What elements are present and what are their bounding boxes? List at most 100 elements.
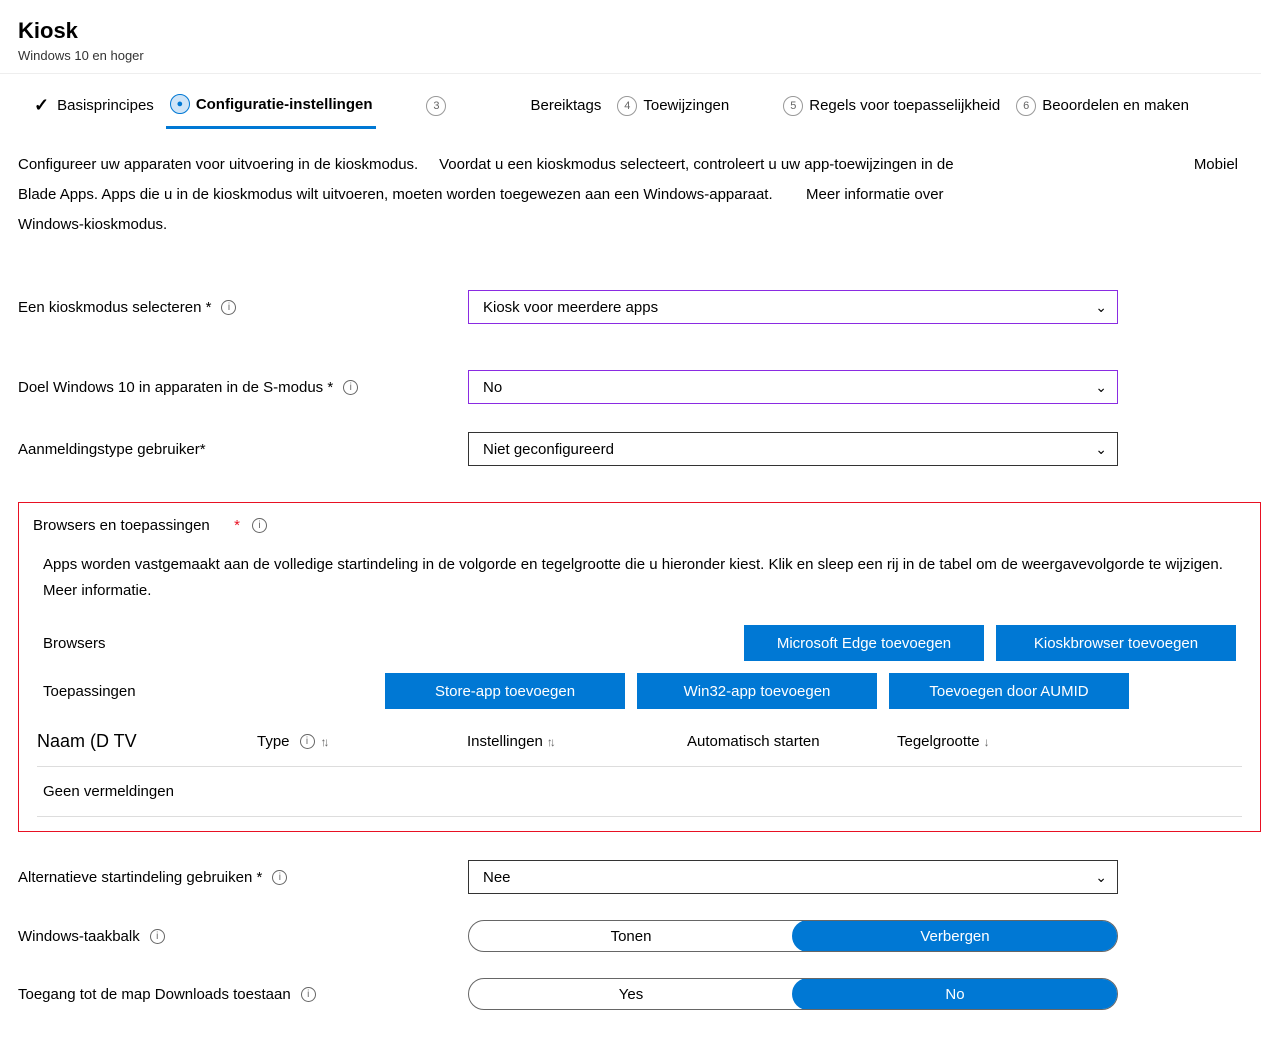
tab-label: Bereiktags <box>530 97 601 114</box>
tab-basics[interactable]: ✓ Basisprincipes <box>30 89 158 128</box>
toggle-label: Toegang tot de map Downloads toestaan i <box>18 986 468 1003</box>
label-text: Aanmeldingstype gebruiker* <box>18 441 206 458</box>
browsers-label: Browsers <box>43 635 373 652</box>
browsers-row: Browsers Microsoft Edge toevoegen Kioskb… <box>43 625 1236 661</box>
downloads-toggle: Yes No <box>468 978 1118 1010</box>
add-by-aumid-button[interactable]: Toevoegen door AUMID <box>889 673 1129 709</box>
logon-type-select[interactable]: Niet geconfigureerd ⌄ <box>468 432 1118 466</box>
tab-configuration-settings[interactable]: ● Configuratie-instellingen <box>166 88 377 129</box>
intro-part: Blade Apps. Apps die u in de kioskmodus … <box>18 186 773 203</box>
select-value: Kiosk voor meerdere apps <box>483 299 658 316</box>
chevron-down-icon: ⌄ <box>1095 869 1107 886</box>
col-label: Automatisch starten <box>687 733 820 750</box>
field-label: Aanmeldingstype gebruiker* <box>18 441 468 458</box>
info-icon[interactable]: i <box>252 518 267 533</box>
tab-scope-tags[interactable]: 3 Bereiktags <box>422 90 605 128</box>
apps-row: Toepassingen Store-app toevoegen Win32-a… <box>43 673 1236 709</box>
step-number-icon: ● <box>170 94 190 114</box>
section-title: Browsers en toepassingen * i <box>33 517 1246 534</box>
field-label: Een kioskmodus selecteren * i <box>18 299 468 316</box>
intro-part: Meer informatie over <box>806 186 944 203</box>
add-store-app-button[interactable]: Store-app toevoegen <box>385 673 625 709</box>
tab-label: Regels voor toepasselijkheid <box>809 97 1000 114</box>
label-text: Doel Windows 10 in apparaten in de S-mod… <box>18 379 333 396</box>
col-tilesize[interactable]: Tegelgrootte ↓ <box>897 733 1077 750</box>
intro-part: Configureer uw apparaten voor uitvoering… <box>18 156 418 173</box>
sort-icon: ↑↓ <box>321 735 327 749</box>
intro-text: Configureer uw apparaten voor uitvoering… <box>18 150 1258 240</box>
downloads-no-option[interactable]: No <box>792 978 1118 1010</box>
col-label: Tegelgrootte <box>897 733 980 750</box>
content-area: Configureer uw apparaten voor uitvoering… <box>0 130 1279 1050</box>
page-title: Kiosk <box>18 18 1261 44</box>
page-subtitle: Windows 10 en hoger <box>18 48 1261 63</box>
col-type[interactable]: Type i ↑↓ <box>257 733 467 750</box>
chevron-down-icon: ⌄ <box>1095 379 1107 396</box>
field-kiosk-mode: Een kioskmodus selecteren * i Kiosk voor… <box>18 290 1261 324</box>
toggle-label: Windows-taakbalk i <box>18 928 468 945</box>
tab-assignments[interactable]: 4 Toewijzingen <box>613 90 733 128</box>
select-value: No <box>483 379 502 396</box>
add-kiosk-browser-button[interactable]: Kioskbrowser toevoegen <box>996 625 1236 661</box>
tab-label: Toewijzingen <box>643 97 729 114</box>
info-icon[interactable]: i <box>272 870 287 885</box>
intro-part: Windows-kioskmodus. <box>18 216 167 233</box>
taskbar-show-option[interactable]: Tonen <box>469 921 793 951</box>
apps-label: Toepassingen <box>43 683 373 700</box>
label-text: Alternatieve startindeling gebruiken * <box>18 869 262 886</box>
browsers-apps-section: Browsers en toepassingen * i Apps worden… <box>18 502 1261 832</box>
toggle-taskbar-row: Windows-taakbalk i Tonen Verbergen <box>18 920 1261 952</box>
step-number-icon: 3 <box>426 96 446 116</box>
label-text: Een kioskmodus selecteren * <box>18 299 211 316</box>
downloads-yes-option[interactable]: Yes <box>469 979 793 1009</box>
smode-select[interactable]: No ⌄ <box>468 370 1118 404</box>
field-logon-type: Aanmeldingstype gebruiker* Niet geconfig… <box>18 432 1261 466</box>
info-icon[interactable]: i <box>221 300 236 315</box>
taskbar-hide-option[interactable]: Verbergen <box>792 920 1118 952</box>
tab-label: Beoordelen en maken <box>1042 97 1189 114</box>
info-icon[interactable]: i <box>301 987 316 1002</box>
step-number-icon: 5 <box>783 96 803 116</box>
col-label: Instellingen <box>467 733 543 750</box>
field-label: Alternatieve startindeling gebruiken * i <box>18 869 468 886</box>
info-icon: i <box>300 734 315 749</box>
chevron-down-icon: ⌄ <box>1095 299 1107 316</box>
intro-part: Voordat u een kioskmodus selecteert, con… <box>439 156 953 173</box>
field-alt-start: Alternatieve startindeling gebruiken * i… <box>18 860 1261 894</box>
toggle-downloads-row: Toegang tot de map Downloads toestaan i … <box>18 978 1261 1010</box>
section-description: Apps worden vastgemaakt aan de volledige… <box>43 552 1236 603</box>
info-icon[interactable]: i <box>343 380 358 395</box>
check-icon: ✓ <box>34 95 49 116</box>
col-settings[interactable]: Instellingen ↑↓ <box>467 733 687 750</box>
tab-label: Configuratie-instellingen <box>196 96 373 113</box>
apps-table-header: Naam (D TV Type i ↑↓ Instellingen ↑↓ Aut… <box>37 731 1242 767</box>
step-number-icon: 6 <box>1016 96 1036 116</box>
label-text: Windows-taakbalk <box>18 928 140 945</box>
sort-icon: ↓ <box>984 735 987 749</box>
add-edge-button[interactable]: Microsoft Edge toevoegen <box>744 625 984 661</box>
tab-label: Basisprincipes <box>57 97 154 114</box>
taskbar-toggle: Tonen Verbergen <box>468 920 1118 952</box>
col-name[interactable]: Naam (D TV <box>37 731 257 752</box>
kiosk-mode-select[interactable]: Kiosk voor meerdere apps ⌄ <box>468 290 1118 324</box>
add-win32-app-button[interactable]: Win32-app toevoegen <box>637 673 877 709</box>
label-text: Toegang tot de map Downloads toestaan <box>18 986 291 1003</box>
title-text: Browsers en toepassingen <box>33 517 210 534</box>
field-smode: Doel Windows 10 in apparaten in de S-mod… <box>18 370 1261 404</box>
field-label: Doel Windows 10 in apparaten in de S-mod… <box>18 379 468 396</box>
tab-review-create[interactable]: 6 Beoordelen en maken <box>1012 90 1193 128</box>
mobile-label: Mobiel <box>1194 150 1238 180</box>
table-empty-row: Geen vermeldingen <box>37 767 1242 817</box>
select-value: Nee <box>483 869 511 886</box>
sort-icon: ↑↓ <box>547 735 553 749</box>
col-autostart[interactable]: Automatisch starten <box>687 733 897 750</box>
tab-applicability-rules[interactable]: 5 Regels voor toepasselijkheid <box>779 90 1004 128</box>
required-star: * <box>234 517 240 534</box>
page-header: Kiosk Windows 10 en hoger <box>0 0 1279 73</box>
select-value: Niet geconfigureerd <box>483 441 614 458</box>
alt-start-select[interactable]: Nee ⌄ <box>468 860 1118 894</box>
wizard-tabs: ✓ Basisprincipes ● Configuratie-instelli… <box>0 74 1279 130</box>
step-number-icon: 4 <box>617 96 637 116</box>
info-icon[interactable]: i <box>150 929 165 944</box>
col-label: Type <box>257 733 290 750</box>
